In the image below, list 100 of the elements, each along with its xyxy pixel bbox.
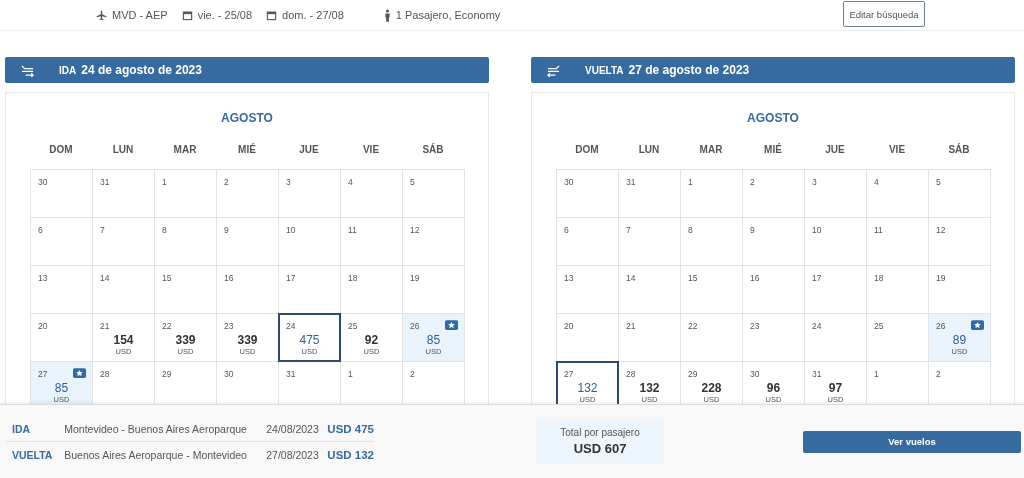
- calendar-icon: [266, 9, 278, 21]
- weekday-label: LUN: [637, 142, 661, 157]
- day-number: 1: [348, 369, 353, 379]
- arrival-icon: [546, 63, 561, 77]
- day-price: 475: [299, 334, 320, 347]
- day-number: 17: [812, 273, 822, 283]
- day-number: 19: [936, 273, 946, 283]
- day-number: 1: [162, 177, 167, 187]
- search-criterion: vie. - 25/08: [197, 9, 253, 21]
- day-number: 4: [874, 177, 879, 187]
- summary-leg-label: IDA: [11, 422, 32, 435]
- star-ticket-icon: [445, 320, 458, 330]
- summary-route: Montevideo - Buenos Aires Aeroparque: [64, 422, 248, 435]
- day-number: 29: [162, 369, 172, 379]
- summary-date: 24/08/2023: [266, 422, 320, 435]
- view-flights-button[interactable]: Ver vuelos: [803, 430, 1021, 453]
- search-criterion: 1 Pasajero, Economy: [395, 9, 501, 21]
- day-number: 1: [688, 177, 693, 187]
- day-number: 2: [224, 177, 229, 187]
- weekday-label: MIÉ: [237, 142, 257, 157]
- weekday-label: VIE: [361, 142, 381, 157]
- calendar-day[interactable]: 5: [402, 169, 465, 218]
- day-number: 31: [100, 177, 110, 187]
- person-icon: [383, 8, 391, 22]
- leg-label: IDA: [59, 64, 77, 76]
- day-number: 10: [812, 225, 822, 235]
- day-number: 30: [564, 177, 574, 187]
- total-label: Total por pasajero: [560, 427, 640, 438]
- summary-price: USD 475: [327, 422, 374, 435]
- day-number: 18: [874, 273, 884, 283]
- day-number: 29: [688, 369, 698, 379]
- day-number: 30: [750, 369, 760, 379]
- day-number: 21: [100, 321, 110, 331]
- day-number: 12: [410, 225, 420, 235]
- summary-leg-label: VUELTA: [11, 448, 54, 461]
- day-price: 89: [952, 334, 967, 347]
- day-price: 132: [577, 382, 598, 395]
- day-number: 26: [410, 321, 420, 331]
- day-price: 339: [175, 334, 196, 347]
- day-number: 21: [626, 321, 636, 331]
- day-number: 5: [936, 177, 941, 187]
- day-number: 22: [162, 321, 172, 331]
- day-number: 23: [750, 321, 760, 331]
- day-number: 3: [286, 177, 291, 187]
- day-price: 97: [828, 382, 843, 395]
- weekday-label: LUN: [111, 142, 135, 157]
- day-number: 14: [100, 273, 110, 283]
- day-number: 15: [688, 273, 698, 283]
- day-number: 4: [348, 177, 353, 187]
- day-number: 24: [286, 321, 296, 331]
- day-number: 28: [100, 369, 110, 379]
- day-number: 8: [162, 225, 167, 235]
- day-price: 339: [237, 334, 258, 347]
- weekday-label: JUE: [298, 142, 320, 157]
- search-criterion: dom. - 27/08: [282, 9, 344, 21]
- day-number: 11: [874, 225, 883, 235]
- day-number: 25: [348, 321, 358, 331]
- day-number: 25: [874, 321, 884, 331]
- day-number: 5: [410, 177, 415, 187]
- summary-price: USD 132: [327, 448, 374, 461]
- weekday-label: VIE: [887, 142, 907, 157]
- edit-search-button[interactable]: Editar búsqueda: [843, 1, 925, 27]
- star-ticket-icon: [73, 368, 86, 378]
- weekday-label: JUE: [824, 142, 846, 157]
- search-criterion: MVD - AEP: [112, 9, 168, 21]
- day-price: 92: [364, 334, 379, 347]
- day-price: 85: [54, 382, 69, 395]
- day-number: 27: [38, 369, 48, 379]
- day-number: 7: [100, 225, 105, 235]
- day-number: 18: [348, 273, 358, 283]
- day-number: 6: [564, 225, 569, 235]
- day-number: 12: [936, 225, 946, 235]
- day-number: 7: [626, 225, 631, 235]
- day-number: 31: [626, 177, 636, 187]
- day-number: 9: [224, 225, 229, 235]
- summary-date: 27/08/2023: [266, 448, 320, 461]
- day-number: 20: [564, 321, 574, 331]
- month-title: AGOSTO: [746, 111, 800, 127]
- leg-label: VUELTA: [585, 64, 624, 76]
- day-number: 31: [812, 369, 822, 379]
- day-number: 16: [750, 273, 760, 283]
- day-price: 85: [426, 334, 441, 347]
- weekday-label: MAR: [698, 142, 724, 157]
- calendar-icon: [181, 9, 193, 21]
- day-number: 17: [286, 273, 296, 283]
- day-number: 8: [688, 225, 693, 235]
- day-price: 132: [639, 382, 660, 395]
- leg-date: 27 de agosto de 2023: [628, 63, 750, 77]
- calendar-day[interactable]: 30: [556, 169, 619, 218]
- calendar-day[interactable]: 5: [928, 169, 991, 218]
- weekday-label: DOM: [48, 142, 74, 157]
- day-number: 1: [874, 369, 879, 379]
- calendar-day[interactable]: 30: [30, 169, 93, 218]
- day-number: 22: [688, 321, 698, 331]
- day-number: 30: [38, 177, 48, 187]
- total-price: USD 607: [573, 441, 627, 456]
- day-number: 19: [410, 273, 420, 283]
- day-number: 2: [936, 369, 941, 379]
- leg-date: 24 de agosto de 2023: [81, 63, 202, 77]
- day-number: 26: [936, 321, 946, 331]
